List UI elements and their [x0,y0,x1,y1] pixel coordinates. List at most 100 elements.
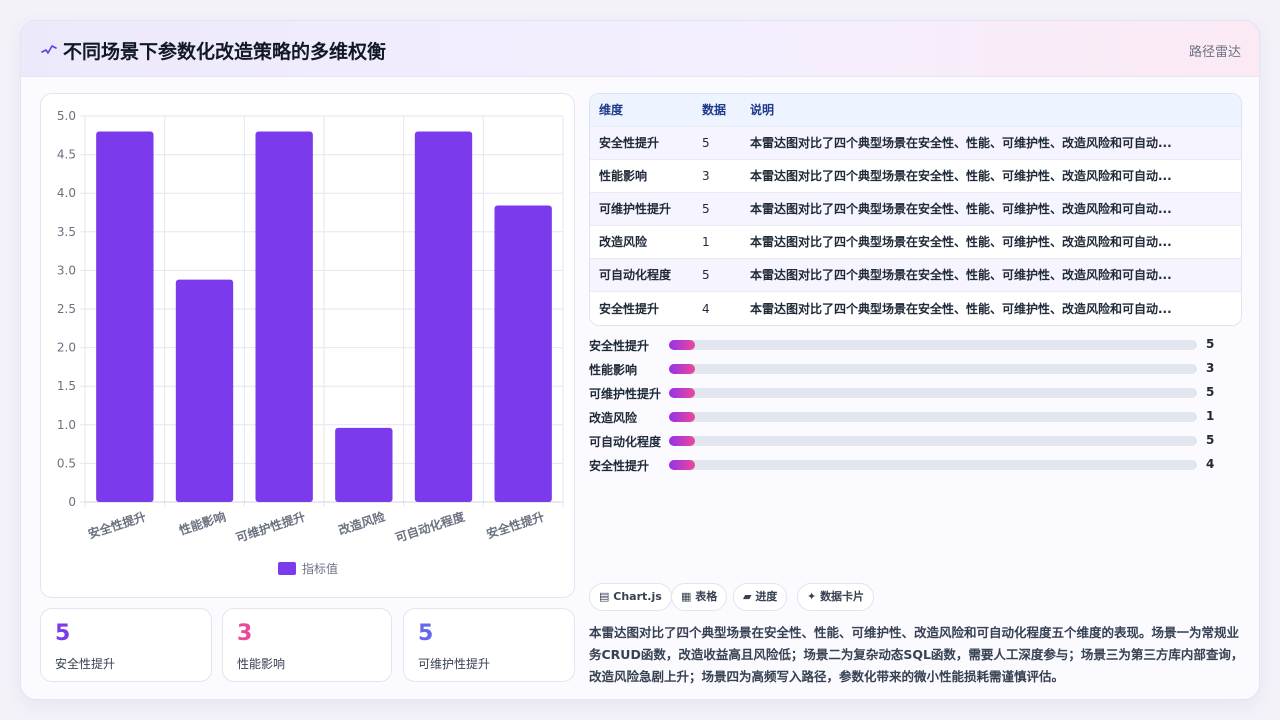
table-cell: 本雷达图对比了四个典型场景在安全性、性能、可维护性、改造风险和可自动... [750,302,1172,316]
tag-label: 数据卡片 [820,590,865,603]
table-cell: 4 [702,302,710,316]
stat-label: 安全性提升 [55,657,116,671]
bar-chart-svg: 00.51.01.52.02.53.03.54.04.55.0安全性提升 性能影响… [57,109,564,576]
y-tick-label: 5.0 [57,109,76,123]
bar [494,205,552,502]
table-row: 可维护性提升 5 本雷达图对比了四个典型场景在安全性、性能、可维护性、改造风险和… [590,193,1241,226]
table-row: 性能影响 3 本雷达图对比了四个典型场景在安全性、性能、可维护性、改造风险和可自… [590,160,1241,193]
table-header-cell: 说明 [750,103,775,117]
table-cell: 3 [702,169,710,183]
table-cell: 5 [702,268,710,282]
progress-label: 可维护性提升 [589,387,662,401]
stat-card: 3 性能影响 [222,608,392,682]
stat-card: 5 安全性提升 [40,608,212,682]
stat-label: 性能影响 [237,657,286,671]
bar [175,279,234,502]
table-cell: 可自动化程度 [599,268,672,282]
bar [414,131,473,502]
y-tick-label: 3.0 [57,263,76,277]
table-cell: 1 [702,235,710,249]
table-cell: 安全性提升 [599,136,660,150]
x-tick-label: 可维护性提升 [234,509,307,546]
table-cell: 性能影响 [599,169,648,183]
tag-chartjs[interactable]: ▤ Chart.js [589,583,672,611]
y-tick-label: 3.5 [57,225,76,239]
progress-track [669,460,1197,470]
progress-label: 性能影响 [589,363,638,377]
y-tick-label: 4.0 [57,186,76,200]
table-icon: ▦ [681,590,692,603]
bar [255,131,313,502]
signal-icon [41,45,57,54]
table-cell: 本雷达图对比了四个典型场景在安全性、性能、可维护性、改造风险和可自动... [750,235,1172,249]
y-tick-label: 1.0 [57,418,76,432]
header: 不同场景下参数化改造策略的多维权衡 路径雷达 [21,21,1259,77]
progress-value: 1 [1206,409,1215,423]
x-tick-label: 性能影响 [176,509,227,538]
tag-label: 表格 [695,590,718,603]
tag-label: 进度 [755,590,778,603]
progress-fill [669,340,696,350]
progress-label: 改造风险 [589,411,638,425]
progress-row: 可自动化程度 5 [589,431,1229,451]
y-tick-label: 2.0 [57,341,76,355]
stat-value: 3 [237,621,253,646]
tag-progress[interactable]: ▰ 进度 [733,583,788,611]
progress-value: 5 [1206,433,1215,447]
table-header-cell: 维度 [599,103,624,117]
y-tick-label: 0 [68,495,76,509]
tag-data-cards[interactable]: ✦ 数据卡片 [797,583,875,611]
progress-row: 性能影响 3 [589,359,1229,379]
table-header-cell: 数据 [702,103,727,117]
stat-label: 可维护性提升 [418,657,491,671]
data-table: 维度 数据 说明 安全性提升 5 本雷达图对比了四个典型场景在安全性、性能、可维… [589,93,1242,326]
y-tick-label: 2.5 [57,302,76,316]
progress-value: 5 [1206,385,1215,399]
table-cell: 5 [702,202,710,216]
progress-value: 5 [1206,337,1215,351]
table-cell: 本雷达图对比了四个典型场景在安全性、性能、可维护性、改造风险和可自动... [750,169,1172,183]
table-row: 安全性提升 5 本雷达图对比了四个典型场景在安全性、性能、可维护性、改造风险和可… [590,127,1241,160]
progress-fill [669,436,696,446]
y-tick-label: 0.5 [57,456,76,470]
stat-value: 5 [418,621,434,646]
progress-value: 4 [1206,457,1215,471]
progress-track [669,436,1197,446]
table-cell: 5 [702,136,710,150]
table-row: 可自动化程度 5 本雷达图对比了四个典型场景在安全性、性能、可维护性、改造风险和… [590,259,1241,292]
progress-track [669,364,1197,374]
sparkle-icon: ✦ [807,590,817,603]
bar [96,131,154,502]
progress-track [669,388,1197,398]
table-header-row: 维度 数据 说明 [590,94,1241,127]
progress-label: 安全性提升 [589,459,650,473]
stat-value: 5 [55,621,71,646]
progress-label: 安全性提升 [589,339,650,353]
progress-track [669,340,1197,350]
progress-label: 可自动化程度 [589,435,662,449]
legend-label: 指标值 [302,561,338,576]
y-tick-label: 4.5 [57,148,76,162]
progress-row: 安全性提升 4 [589,455,1229,475]
tag-label: Chart.js [613,590,662,603]
table-cell: 本雷达图对比了四个典型场景在安全性、性能、可维护性、改造风险和可自动... [750,202,1172,216]
progress-icon: ▰ [743,590,752,603]
progress-fill [669,388,696,398]
table-cell: 本雷达图对比了四个典型场景在安全性、性能、可维护性、改造风险和可自动... [750,136,1172,150]
monitor-icon: ▤ [599,590,610,603]
table-cell: 本雷达图对比了四个典型场景在安全性、性能、可维护性、改造风险和可自动... [750,268,1172,282]
table-cell: 改造风险 [599,235,648,249]
progress-row: 可维护性提升 5 [589,383,1229,403]
progress-fill [669,412,696,422]
table-cell: 可维护性提升 [599,202,672,216]
progress-fill [669,460,696,470]
progress-fill [669,364,696,374]
x-tick-label: 可自动化程度 [393,508,467,545]
progress-value: 3 [1206,361,1215,375]
table-cell: 安全性提升 [599,302,660,316]
bar [335,427,393,502]
table-row: 安全性提升 4 本雷达图对比了四个典型场景在安全性、性能、可维护性、改造风险和可… [590,292,1241,325]
header-badge: 路径雷达 [1188,45,1241,60]
tag-table[interactable]: ▦ 表格 [671,583,728,611]
summary-text: 本雷达图对比了四个典型场景在安全性、性能、可维护性、改造风险和可自动化程度五个维… [589,625,1244,684]
